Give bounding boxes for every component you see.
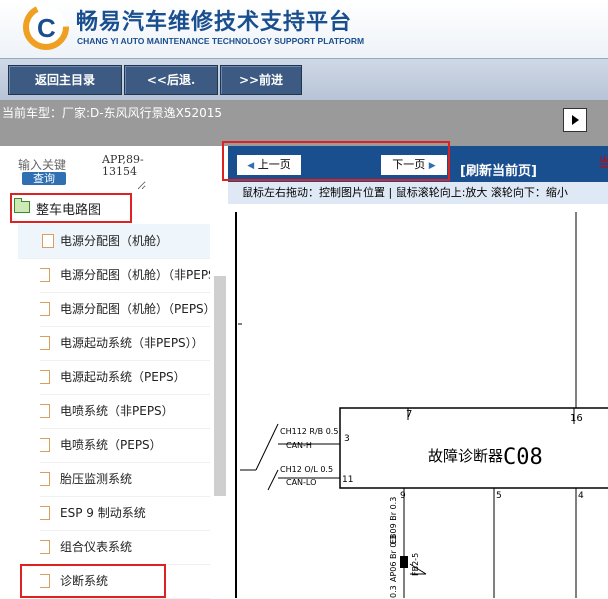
circuit-diagram[interactable]: 7 16 故障诊断器 C08 3 11 CH112 R/B 0.5 CAN-H … [228, 204, 608, 598]
tree-item[interactable]: 胎压监测系统 [40, 462, 210, 497]
tree-item[interactable]: 电源分配图（机舱）（PEPS） [40, 292, 210, 327]
document-icon [40, 506, 50, 520]
toolbar-extra-mark: 当 [598, 156, 608, 171]
wire-bottom-label: 0.3 [389, 585, 398, 598]
pin-4: 4 [578, 491, 584, 501]
tree-item-label: ESP 9 制动系统 [60, 506, 146, 520]
search-button[interactable]: 查询 [22, 172, 66, 185]
document-icon [42, 234, 54, 248]
tree-item[interactable]: 电源起动系统（非PEPS）） [40, 326, 210, 361]
car-model-bar: 当前车型：厂家:D-东风风行景逸X52015 [0, 100, 608, 146]
highlight-root-folder [10, 193, 132, 223]
module-code: C08 [503, 445, 543, 470]
tree-item[interactable]: 电喷系统（PEPS） [40, 428, 210, 463]
pin-top-left: 7 [406, 409, 412, 420]
pin-top-right: 16 [570, 413, 583, 424]
car-model-value: 厂家:D-东风风行景逸X52015 [62, 106, 223, 120]
platform-subtitle: CHANG YI AUTO MAINTENANCE TECHNOLOGY SUP… [77, 36, 365, 46]
home-button[interactable]: 返回主目录 [8, 65, 122, 95]
forward-button[interactable]: >>前进 [220, 65, 302, 95]
viewer-hint-text: 鼠标左右拖动：控制图片位置 | 鼠标滚轮向上:放大 滚轮向下：缩小 [242, 186, 568, 199]
wire-can-h-code: CH112 R/B 0.5 [280, 427, 338, 436]
viewer-hint: 鼠标左右拖动：控制图片位置 | 鼠标滚轮向上:放大 滚轮向下：缩小 [228, 182, 608, 204]
highlight-diagnostic-item [20, 564, 166, 598]
tree-item-label: 电源分配图（机舱）（PEPS） [60, 302, 210, 316]
wire-ap06-label: AP06 Br 0.3 [389, 535, 398, 582]
svg-text:C: C [37, 13, 56, 43]
tree-item[interactable]: ESP 9 制动系统 [40, 496, 210, 531]
pin-5: 5 [496, 491, 502, 501]
tree-item-label: 组合仪表系统 [60, 540, 133, 554]
tree-item-label: 电源分配图（机舱）（非PEPS） [60, 268, 210, 282]
tree-item-label: 电喷系统（PEPS） [60, 438, 162, 452]
pin-3: 3 [344, 434, 350, 444]
document-icon [40, 336, 50, 350]
document-icon [40, 302, 50, 316]
wire-can-l-code: CH12 O/L 0.5 [280, 465, 333, 474]
brand-logo-icon: C [23, 4, 69, 50]
highlight-page-buttons [222, 141, 450, 181]
document-icon [40, 370, 50, 384]
document-icon [40, 540, 50, 554]
document-icon [40, 472, 50, 486]
platform-title: 畅易汽车维修技术支持平台 [76, 10, 353, 35]
nav-bar: 返回主目录 <<后退. >>前进 [0, 58, 608, 101]
tree-item-label: 胎压监测系统 [60, 472, 133, 486]
toggle-panel-button[interactable] [563, 108, 587, 132]
wire-can-h-signal: CAN-H [286, 441, 312, 450]
sidebar-scrollbar[interactable] [214, 276, 226, 496]
keyword-label: 输入关键 [18, 158, 67, 172]
pin-9: 9 [400, 491, 406, 501]
car-model-label: 当前车型： [2, 106, 63, 120]
splice-label: FB2-5 [411, 553, 420, 576]
tree-item[interactable]: 组合仪表系统 [40, 530, 210, 565]
tree-item-label: 电源起动系统（非PEPS）） [60, 336, 204, 350]
refresh-page-link[interactable]: [刷新当前页] [460, 160, 537, 179]
tree-item[interactable]: 电源分配图（机舱）（非PEPS） [40, 258, 210, 293]
document-icon [40, 404, 50, 418]
tree-item[interactable]: 电源起动系统（PEPS） [40, 360, 210, 395]
tree-item[interactable]: 电喷系统（非PEPS） [40, 394, 210, 429]
keyword-input[interactable]: APP,89-13154 [100, 152, 146, 190]
tree-item[interactable]: 电源分配图（机舱） [18, 224, 210, 259]
pin-11: 11 [342, 475, 353, 485]
app-header: C 畅易汽车维修技术支持平台 CHANG YI AUTO MAINTENANCE… [0, 0, 608, 58]
document-icon [40, 438, 50, 452]
document-icon [40, 268, 50, 282]
circuit-diagram-canvas: 7 16 故障诊断器 C08 3 11 CH112 R/B 0.5 CAN-H … [235, 212, 608, 598]
tree-item-label: 电喷系统（非PEPS） [60, 404, 174, 418]
module-name: 故障诊断器 [428, 447, 503, 465]
tree-item-label: 电源起动系统（PEPS） [60, 370, 186, 384]
wire-can-l-signal: CAN-LO [286, 478, 316, 487]
tree-item-label: 电源分配图（机舱） [60, 234, 169, 248]
back-button[interactable]: <<后退. [124, 65, 218, 95]
